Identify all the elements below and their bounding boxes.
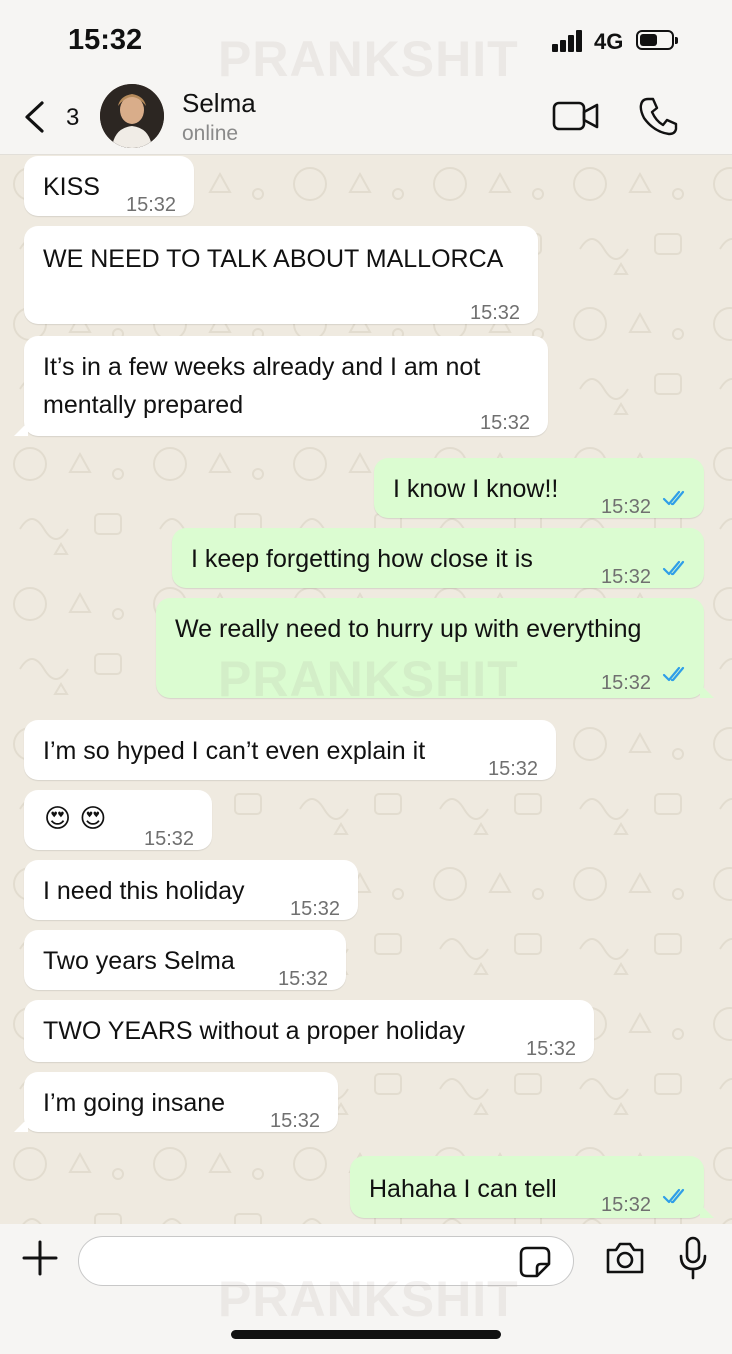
message-incoming[interactable]: Two years Selma 15:32 (24, 930, 346, 990)
contact-status: online (182, 122, 239, 145)
chat-header: 3 Selma online (0, 84, 732, 155)
message-incoming[interactable]: 😍 😍 15:32 (24, 790, 212, 850)
unread-count: 3 (66, 104, 80, 131)
microphone-icon[interactable] (678, 1236, 708, 1280)
network-type: 4G (594, 29, 624, 54)
message-time: 15:32 (601, 672, 652, 694)
home-indicator (231, 1330, 501, 1339)
message-outgoing[interactable]: I know I know!! 15:32 (374, 458, 704, 518)
message-text: It’s in a few weeks already and I am not… (43, 353, 481, 419)
sticker-icon[interactable] (519, 1246, 551, 1278)
avatar-photo (100, 84, 164, 148)
message-text: We really need to hurry up with everythi… (175, 615, 642, 643)
video-camera-icon[interactable] (552, 100, 600, 132)
message-text: KISS (43, 173, 100, 201)
back-button[interactable]: 3 (22, 98, 92, 138)
message-outgoing[interactable]: I keep forgetting how close it is 15:32 (172, 528, 704, 588)
contact-name[interactable]: Selma (182, 88, 256, 119)
double-check-icon (662, 1188, 685, 1204)
status-bar: 15:32 4G (0, 0, 732, 84)
message-time: 15:32 (470, 302, 521, 324)
message-incoming[interactable]: WE NEED TO TALK ABOUT MALLORCA 15:32 (24, 226, 538, 324)
message-outgoing[interactable]: Hahaha I can tell 15:32 (350, 1156, 714, 1218)
message-time: 15:32 (601, 566, 652, 588)
message-time: 15:32 (601, 1194, 652, 1216)
message-outgoing[interactable]: We really need to hurry up with everythi… (156, 598, 714, 698)
message-text: I keep forgetting how close it is (191, 545, 533, 573)
message-text: TWO YEARS without a proper holiday (43, 1017, 465, 1045)
double-check-icon (662, 560, 685, 576)
message-text: I need this holiday (43, 877, 245, 905)
chat-area[interactable]: KISS 15:32 WE NEED TO TALK ABOUT MALLORC… (0, 154, 732, 1224)
message-incoming[interactable]: I need this holiday 15:32 (24, 860, 358, 920)
message-incoming[interactable]: I’m so hyped I can’t even explain it 15:… (24, 720, 556, 780)
double-check-icon (662, 666, 685, 682)
message-emoji: 😍 😍 (44, 804, 107, 834)
battery-icon (636, 30, 678, 50)
message-text: I’m going insane (43, 1089, 226, 1117)
message-time: 15:32 (488, 758, 539, 780)
message-input[interactable] (78, 1236, 574, 1286)
message-text: I’m so hyped I can’t even explain it (43, 737, 426, 765)
input-bar (0, 1224, 732, 1354)
message-time: 15:32 (144, 828, 195, 850)
message-time: 15:32 (278, 968, 329, 990)
message-time: 15:32 (480, 412, 531, 434)
double-check-icon (662, 490, 685, 506)
message-time: 15:32 (290, 898, 341, 920)
signal-icon (552, 30, 586, 52)
chevron-left-icon (25, 101, 44, 133)
message-time: 15:32 (601, 496, 652, 518)
phone-icon[interactable] (638, 96, 678, 136)
message-incoming[interactable]: TWO YEARS without a proper holiday 15:32 (24, 1000, 594, 1062)
camera-icon[interactable] (604, 1240, 646, 1276)
status-time: 15:32 (68, 24, 143, 56)
message-incoming[interactable]: KISS 15:32 (24, 156, 194, 216)
message-text: Hahaha I can tell (369, 1175, 557, 1203)
message-text: Two years Selma (43, 947, 235, 975)
message-time: 15:32 (126, 194, 177, 216)
message-text: I know I know!! (393, 475, 559, 503)
plus-icon[interactable] (22, 1240, 58, 1276)
avatar[interactable] (100, 84, 164, 148)
message-time: 15:32 (270, 1110, 321, 1132)
message-time: 15:32 (526, 1038, 577, 1060)
message-text: WE NEED TO TALK ABOUT MALLORCA (43, 245, 504, 273)
message-incoming[interactable]: It’s in a few weeks already and I am not… (14, 336, 548, 436)
message-incoming[interactable]: I’m going insane 15:32 (14, 1072, 338, 1132)
